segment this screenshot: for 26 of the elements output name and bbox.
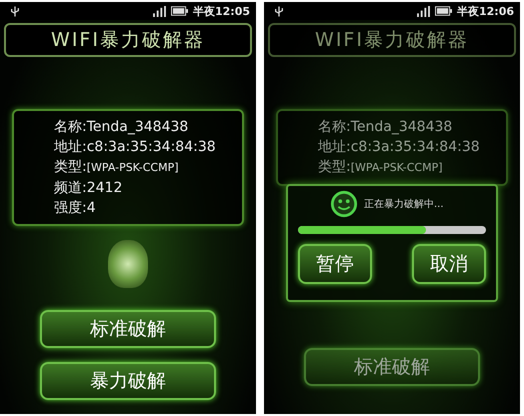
dialog-button[interactable]: 取消: [412, 244, 486, 284]
app-title: WIFI暴力破解器: [51, 28, 205, 53]
network-info-line: 名称:Tenda_348438: [54, 118, 190, 137]
crack-button[interactable]: 标准破解: [40, 310, 216, 348]
crack-button[interactable]: 标准破解: [304, 348, 480, 386]
network-info-line: 地址:c8:3a:35:34:84:38: [318, 138, 481, 157]
network-info-line: 类型:[WPA-PSK-CCMP]: [318, 158, 444, 177]
network-info-line: 类型:[WPA-PSK-CCMP]: [54, 158, 180, 177]
smiley-icon: [330, 190, 358, 218]
dialog-button[interactable]: 暂停: [298, 244, 372, 284]
signal-icon: [416, 6, 430, 16]
battery-icon: [170, 6, 188, 16]
status-time: 半夜12:06: [456, 4, 514, 18]
network-info-line: 频道:2412: [54, 179, 124, 198]
network-info-line: 名称:Tenda_348438: [318, 118, 454, 137]
battery-icon: [434, 6, 452, 16]
hologram-picture: [108, 240, 148, 288]
usb-icon: [10, 4, 20, 18]
crack-button[interactable]: 暴力破解: [40, 362, 216, 400]
status-time: 半夜12:05: [192, 4, 250, 18]
network-info-line: 地址:c8:3a:35:34:84:38: [54, 138, 217, 157]
usb-icon: [274, 4, 284, 18]
app-title: WIFI暴力破解器: [315, 28, 469, 53]
network-info-line: 强度:4: [54, 199, 97, 218]
progress-message: 正在暴力破解中...: [364, 198, 444, 211]
signal-icon: [152, 6, 166, 16]
